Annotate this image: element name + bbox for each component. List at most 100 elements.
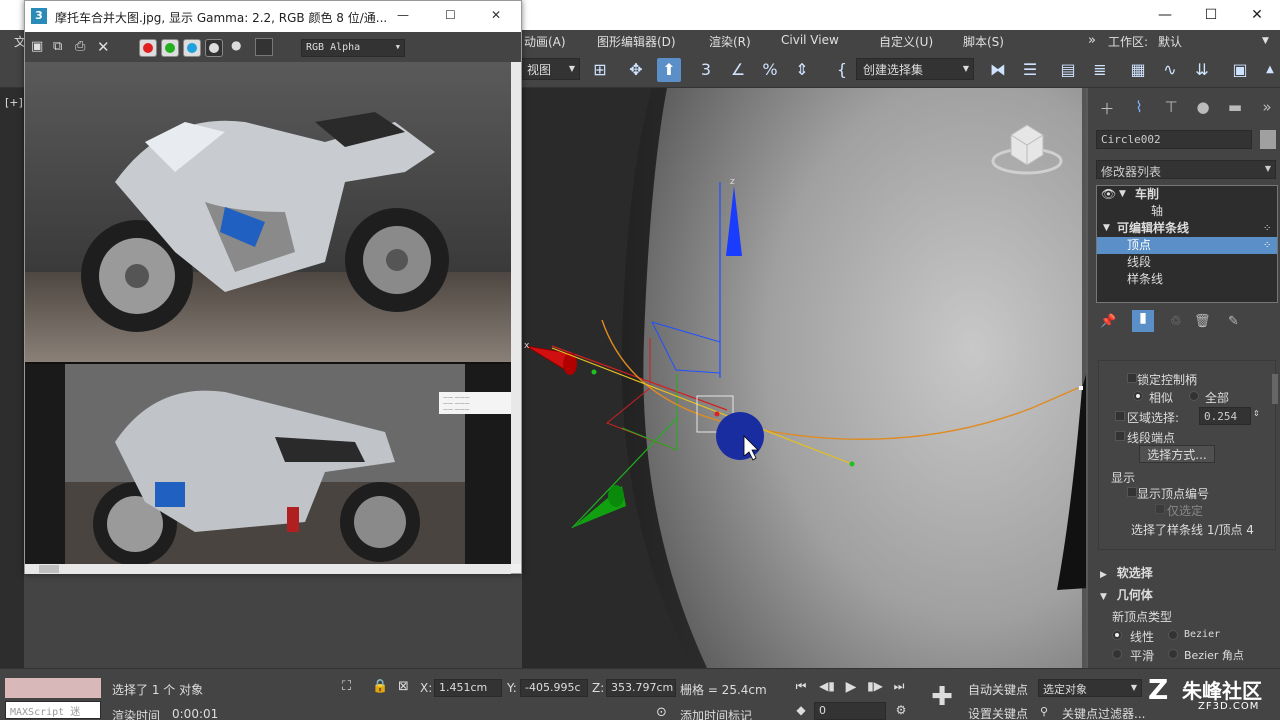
object-color-swatch[interactable] xyxy=(1260,130,1276,149)
segment-end-checkbox[interactable] xyxy=(1115,431,1125,441)
viewport-label[interactable]: [+] xyxy=(5,96,23,109)
alpha-channel-toggle[interactable] xyxy=(205,39,223,57)
pin-stack-icon[interactable]: 📌 xyxy=(1100,314,1116,329)
key-mode-icon[interactable]: ◆ xyxy=(792,703,810,720)
go-to-start-icon[interactable]: ⏮ xyxy=(792,679,810,697)
modifier-list-dropdown[interactable]: 修改器列表 ▼ xyxy=(1096,160,1276,179)
time-config-icon[interactable]: ⚙ xyxy=(892,703,910,720)
mono-icon[interactable]: ● xyxy=(231,38,241,52)
set-key-icon[interactable]: ✚ xyxy=(926,681,958,713)
maxscript-listener[interactable]: MAXScript 迷 xyxy=(5,701,101,719)
stack-item-lathe[interactable]: 👁 ▼ 车削 xyxy=(1097,186,1277,203)
all-radio[interactable] xyxy=(1189,391,1199,401)
align-icon[interactable]: ☰ xyxy=(1018,58,1042,82)
maximize-button[interactable]: ☐ xyxy=(1188,0,1234,30)
layer-explorer-icon[interactable]: ≣ xyxy=(1088,58,1112,82)
chevron-down-icon[interactable]: ▼ xyxy=(1262,36,1269,46)
scroll-thumb[interactable] xyxy=(39,565,59,573)
modifier-stack[interactable]: 👁 ▼ 车削 轴 ▼ 可编辑样条线 ⁘ 顶点 ⁘ 线段 样条线 xyxy=(1096,185,1278,303)
close-button[interactable]: ✕ xyxy=(1234,0,1280,30)
key-filter-dropdown[interactable]: 选定对象 ▼ xyxy=(1038,679,1142,697)
snap-3d-icon[interactable]: 3 xyxy=(694,58,718,82)
ribbon-icon[interactable]: ▦ xyxy=(1126,58,1150,82)
modify-tab-icon[interactable]: ⌇ xyxy=(1128,98,1150,120)
x-coordinate-field[interactable]: 1.451cm xyxy=(434,679,502,697)
add-time-tag-button[interactable]: 添加时间标记 xyxy=(680,707,752,720)
stack-item-axis[interactable]: 轴 xyxy=(1097,203,1277,220)
object-name-field[interactable]: Circle002 xyxy=(1096,130,1252,149)
previous-frame-icon[interactable]: ◀▮ xyxy=(818,679,836,697)
go-to-end-icon[interactable]: ⏭ xyxy=(890,679,908,697)
select-by-button[interactable]: 选择方式... xyxy=(1139,445,1215,463)
green-channel-toggle[interactable] xyxy=(161,39,179,57)
copy-icon[interactable]: ⧉ xyxy=(53,39,62,54)
stack-item-vertex[interactable]: 顶点 ⁘ xyxy=(1097,237,1277,254)
panel-scrollbar[interactable] xyxy=(1272,374,1278,404)
menu-rendering[interactable]: 渲染(R) xyxy=(709,33,751,50)
reference-coord-dropdown[interactable]: 视图 ▼ xyxy=(520,58,580,80)
show-vertex-numbers-checkbox[interactable] xyxy=(1127,487,1137,497)
red-channel-toggle[interactable] xyxy=(139,39,157,57)
edit-named-sets-icon[interactable]: { xyxy=(830,58,854,82)
spinner-icon[interactable]: ⇕ xyxy=(1253,409,1260,418)
key-filters-button[interactable]: 关键点过滤器... xyxy=(1062,705,1145,720)
blue-channel-toggle[interactable] xyxy=(183,39,201,57)
set-key-button[interactable]: 设置关键点 xyxy=(968,705,1028,720)
menu-animation[interactable]: 动画(A) xyxy=(524,33,566,50)
material-editor-icon[interactable]: ▣ xyxy=(1228,58,1252,82)
named-selection-set-dropdown[interactable]: 创建选择集 ▼ xyxy=(856,58,974,80)
stack-item-editable-spline[interactable]: ▼ 可编辑样条线 ⁘ xyxy=(1097,220,1277,237)
play-icon[interactable]: ▶ xyxy=(842,679,860,697)
key-filters-icon[interactable]: ⚲ xyxy=(1040,705,1048,718)
alike-radio[interactable] xyxy=(1133,391,1143,401)
create-tab-icon[interactable]: ＋ xyxy=(1096,98,1118,120)
stack-item-spline[interactable]: 样条线 xyxy=(1097,271,1277,288)
collapse-icon[interactable]: ▼ xyxy=(1119,186,1126,203)
smooth-radio[interactable] xyxy=(1112,649,1122,659)
mirror-icon[interactable]: ⧓ xyxy=(986,58,1010,82)
workspace-dropdown[interactable]: 默认 xyxy=(1158,33,1182,50)
remove-modifier-icon[interactable]: 🗑 xyxy=(1194,314,1211,329)
print-icon[interactable]: ⎙ xyxy=(75,39,85,54)
perspective-viewport[interactable]: z x xyxy=(522,88,1088,668)
make-unique-icon[interactable]: ♲ xyxy=(1170,314,1182,329)
handle-point[interactable] xyxy=(591,369,597,375)
soft-selection-rollout[interactable]: ▶ 软选择 xyxy=(1100,564,1153,581)
show-end-result-icon[interactable]: ▮ xyxy=(1132,310,1154,332)
hierarchy-tab-icon[interactable]: ⊤ xyxy=(1160,98,1182,120)
handle-point[interactable] xyxy=(849,461,855,467)
current-frame-field[interactable]: 0 xyxy=(814,702,886,720)
minimize-button[interactable]: — xyxy=(1142,0,1188,30)
double-chevron-right-icon[interactable]: » xyxy=(1088,33,1096,48)
auto-key-button[interactable]: 自动关键点 xyxy=(968,681,1028,698)
percent-snap-icon[interactable]: % xyxy=(758,58,782,82)
clear-icon[interactable]: ✕ xyxy=(97,38,110,56)
image-vertical-scrollbar[interactable] xyxy=(511,62,521,564)
pivot-icon[interactable]: ⊞ xyxy=(588,58,612,82)
vertex-point[interactable] xyxy=(714,411,720,417)
image-display-area[interactable]: —— ——— —— ——— —— ——— xyxy=(25,62,511,564)
area-select-field[interactable]: 0.254 xyxy=(1199,407,1251,425)
image-viewer-window[interactable]: 3 摩托车合并大图.jpg, 显示 Gamma: 2.2, RGB 颜色 8 位… xyxy=(24,0,522,574)
collapse-icon[interactable]: ▼ xyxy=(1103,220,1110,237)
angle-snap-icon[interactable]: ∠ xyxy=(726,58,750,82)
menu-customize[interactable]: 自定义(U) xyxy=(879,33,933,50)
absolute-mode-icon[interactable]: ⊠ xyxy=(398,679,409,694)
viewer-maximize-button[interactable]: ☐ xyxy=(445,8,456,22)
scene-explorer-icon[interactable]: ▤ xyxy=(1056,58,1080,82)
move-icon[interactable]: ✥ xyxy=(624,58,648,82)
manipulate-icon[interactable]: ⬆ xyxy=(657,58,681,82)
geometry-rollout[interactable]: ▼ 几何体 xyxy=(1100,586,1153,603)
schematic-view-icon[interactable]: ⇊ xyxy=(1190,58,1214,82)
save-icon[interactable]: ▣ xyxy=(31,39,43,54)
toolbar-more-icon[interactable]: ▲ xyxy=(1258,58,1280,82)
selected-only-checkbox[interactable] xyxy=(1155,504,1165,514)
bezier-corner-radio[interactable] xyxy=(1168,649,1178,659)
macro-recorder-swatch[interactable] xyxy=(5,678,101,698)
linear-radio[interactable] xyxy=(1112,630,1122,640)
viewer-close-button[interactable]: ✕ xyxy=(491,8,501,22)
menu-scripting[interactable]: 脚本(S) xyxy=(963,33,1004,50)
bezier-radio[interactable] xyxy=(1168,630,1178,640)
stack-item-segment[interactable]: 线段 xyxy=(1097,254,1277,271)
isolate-icon[interactable]: ⛶ xyxy=(342,679,351,694)
